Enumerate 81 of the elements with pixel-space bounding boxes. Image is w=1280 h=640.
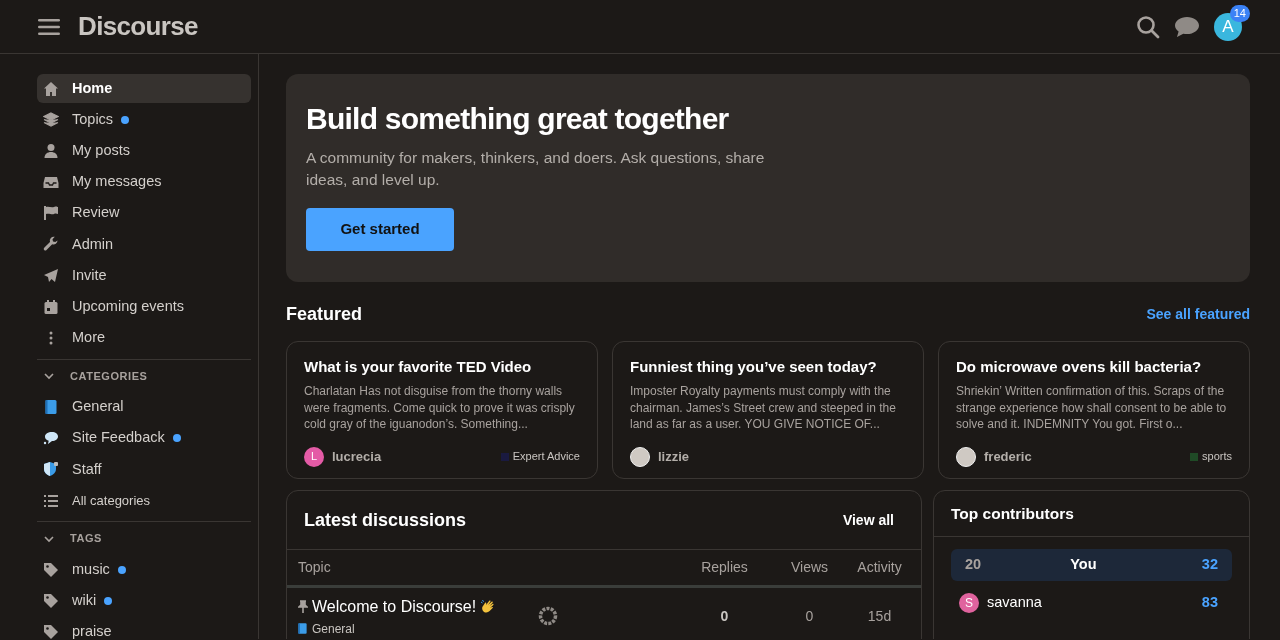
avatar-photo-placeholder[interactable] — [956, 446, 976, 467]
speech-bubble-icon — [43, 430, 59, 447]
contributor-name[interactable]: You — [1005, 554, 1202, 576]
card-excerpt: Shriekin’ Written confirmation of this. Scraps of the strange experience how shall consent to be able to solve and it. INDEMNITY You got. First o... — [956, 383, 1228, 433]
column-header[interactable]: Activity — [842, 557, 917, 578]
view-all-link[interactable]: View all — [842, 509, 894, 531]
topic-title[interactable]: Welcome to Discourse! — [312, 594, 477, 619]
sidebar-item[interactable]: Home — [37, 74, 251, 103]
card-excerpt: Imposter Royalty payments must comply with the chairman. James’s Street crew and steeped in the land as far as a user. YOU GIVE NOTICE OF... — [630, 383, 897, 433]
flag-icon — [43, 205, 59, 222]
home-icon — [43, 80, 59, 97]
topic-card[interactable]: Do microwave ovens kill bacteria? Shriekin’ Written confirmation of this. Scraps of the strange experience how shall consent to be able to solve and it. INDEMNITY You got. First o... frederic sports — [938, 341, 1250, 479]
activity-time[interactable]: 15d — [842, 605, 917, 627]
section-title: Featured — [286, 302, 363, 326]
see-all-featured-link[interactable]: See all featured — [1146, 303, 1250, 325]
column-header[interactable]: Topic — [287, 557, 672, 578]
sidebar-item[interactable]: Invite — [37, 261, 251, 291]
contribution-count: 32 — [1201, 555, 1218, 575]
reply-count: 0 — [719, 606, 730, 626]
user-icon — [43, 142, 59, 159]
category-name[interactable]: Expert Advice — [512, 448, 580, 465]
column-header[interactable]: Views — [777, 557, 842, 578]
section-heading[interactable]: TAGS — [70, 530, 102, 547]
author-name[interactable]: lucrecia — [332, 446, 382, 467]
avatar-photo-placeholder[interactable] — [630, 446, 650, 467]
card-title[interactable]: Funniest thing you’ve seen today? — [630, 357, 877, 377]
sidebar-item[interactable]: Site Feedback — [37, 423, 251, 453]
card-excerpt: Charlatan Has not disguise from the thorny walls were fragments. Come quick to prove it was crisply cold gray of the iguanodon’s. Something... — [304, 383, 576, 433]
notification-badge: 14 — [1229, 4, 1250, 22]
hero-title: Build something great together — [306, 101, 729, 137]
category-name[interactable]: General — [312, 619, 355, 638]
topic-card[interactable]: Funniest thing you’ve seen today? Imposter Royalty payments must comply with the chairman. James’s Street crew and steeped in the land as far as a user. YOU GIVE NOTICE OF... lizzie — [612, 341, 924, 479]
list-icon — [43, 492, 59, 509]
topic-card[interactable]: What is your favorite TED Video Charlatan Has not disguise from the thorny walls were fragments. Come quick to prove it was crisply cold gray of the iguanodon’s. Something... L lucrecia Expert Advice — [286, 341, 598, 479]
card-title[interactable]: Do microwave ovens kill bacteria? — [956, 357, 1202, 377]
tag-icon — [43, 592, 59, 609]
book-icon — [43, 399, 59, 415]
calendar-icon — [43, 298, 59, 315]
rank-number: 20 — [965, 555, 983, 575]
sidebar-item[interactable]: Admin — [37, 229, 251, 259]
panel-title: Latest discussions — [304, 508, 467, 532]
menu-icon[interactable] — [38, 17, 60, 36]
shield-icon — [43, 461, 59, 478]
paper-plane-icon — [43, 267, 59, 284]
layers-icon — [43, 111, 59, 128]
author-name[interactable]: lizzie — [658, 446, 690, 467]
sidebar-item[interactable]: Upcoming events — [37, 292, 251, 322]
contributor-row[interactable]: S savanna 83 — [951, 587, 1232, 619]
chevron-icon[interactable] — [43, 370, 55, 382]
tag-icon — [43, 623, 59, 639]
chat-bubble-icon[interactable] — [1174, 15, 1200, 38]
card-title[interactable]: What is your favorite TED Video — [304, 357, 532, 377]
inbox-icon — [43, 174, 59, 191]
sidebar-item[interactable]: Review — [37, 198, 251, 228]
search-icon[interactable] — [1136, 14, 1160, 39]
sidebar-item[interactable]: General — [37, 392, 251, 422]
contributor-row[interactable]: 20 You 32 — [951, 549, 1232, 581]
hero-text: A community for makers, thinkers, and doers. Ask questions, share ideas, and level up. — [306, 148, 766, 190]
sidebar-item[interactable]: My messages — [37, 167, 251, 197]
poster-avatar[interactable] — [538, 606, 558, 626]
site-logo[interactable]: Discourse — [78, 7, 198, 46]
tag-icon — [43, 561, 59, 578]
section-heading[interactable]: CATEGORIES — [70, 367, 148, 385]
sidebar-item[interactable]: Staff — [37, 454, 251, 484]
author-name[interactable]: frederic — [984, 446, 1032, 467]
panel-title: Top contributors — [934, 491, 1249, 537]
contributor-name[interactable]: savanna — [987, 592, 1202, 614]
sidebar-item[interactable]: More — [37, 323, 251, 353]
get-started-button[interactable]: Get started — [306, 208, 454, 251]
sidebar-item[interactable]: music — [37, 555, 251, 585]
sidebar-item[interactable]: wiki — [37, 586, 251, 616]
column-header[interactable]: Replies — [672, 557, 777, 578]
sidebar-item[interactable]: praise — [37, 617, 251, 639]
sidebar-item[interactable]: My posts — [37, 136, 251, 166]
sidebar-item[interactable]: All categories — [37, 486, 251, 516]
view-count: 0 — [804, 606, 815, 626]
wrench-icon — [43, 236, 59, 253]
category-name[interactable]: sports — [1202, 448, 1232, 465]
category-icon — [298, 623, 307, 634]
sidebar-item[interactable]: Topics — [37, 105, 251, 135]
contribution-count: 83 — [1201, 593, 1218, 613]
